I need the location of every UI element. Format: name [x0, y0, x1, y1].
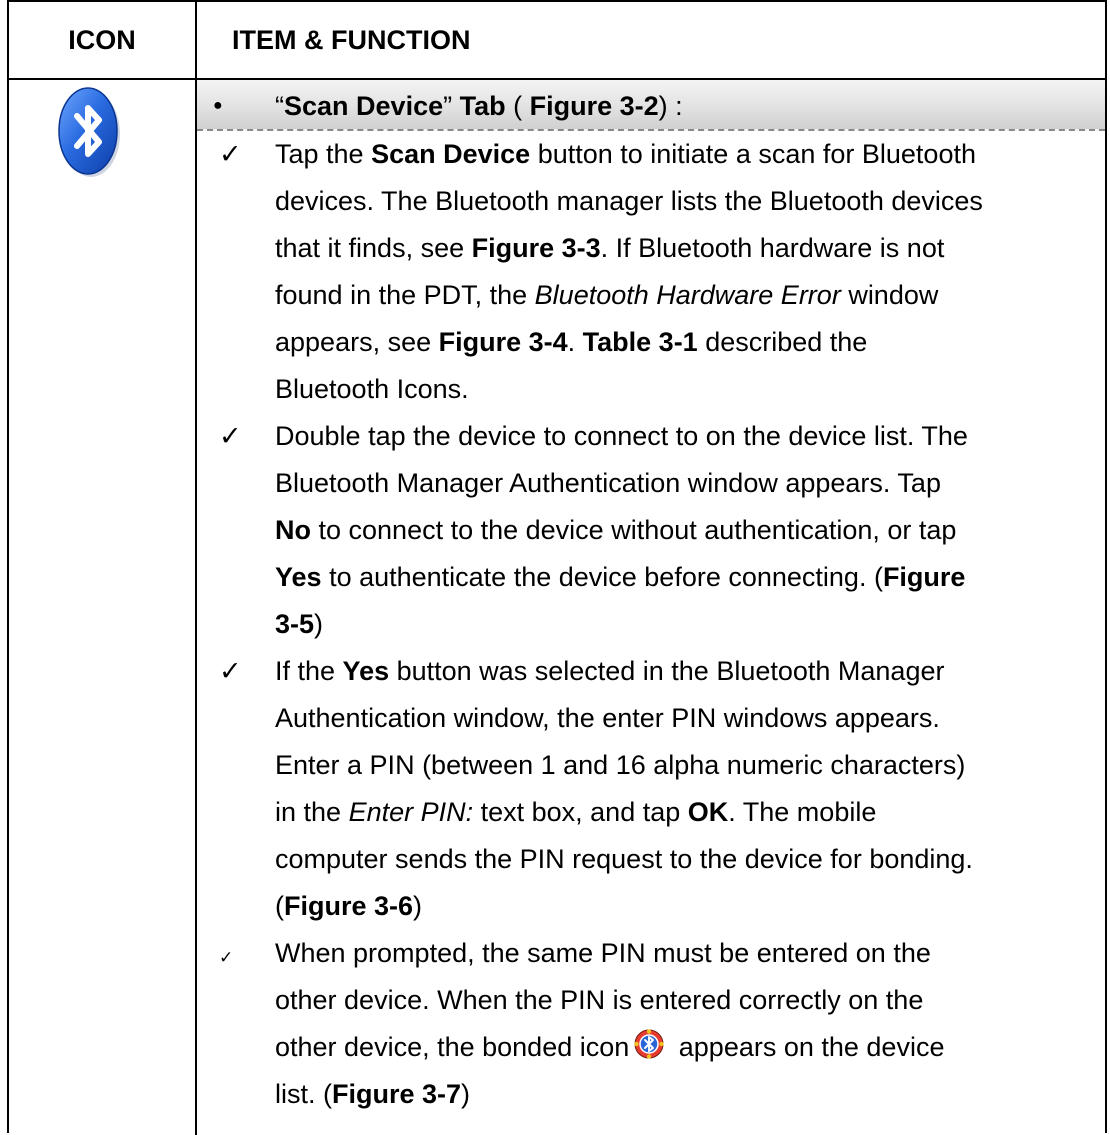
text-line: other device. When the PIN is entered co… — [275, 985, 924, 1015]
text-line: in the Enter PIN: text box, and tap OK. … — [275, 797, 877, 827]
text-line: Tap the Scan Device button to initiate a… — [275, 139, 976, 169]
text-line: If the Yes button was selected in the Bl… — [275, 656, 945, 686]
text-line: other device, the bonded icon appears on… — [275, 1024, 1101, 1071]
text-line: When prompted, the same PIN must be ente… — [275, 938, 931, 968]
text-line: Enter a PIN (between 1 and 16 alpha nume… — [275, 750, 966, 780]
text-line: Yes to authenticate the device before co… — [275, 562, 966, 592]
function-table: ICON ITEM & FUNCTION ● “Scan Device” Tab… — [7, 0, 1107, 1135]
section-bullet: ● — [213, 97, 223, 114]
checklist-item: ✓ Tap the Scan Device button to initiate … — [197, 131, 1105, 413]
text-line: No to connect to the device without auth… — [275, 515, 957, 545]
check-mark-icon: ✓ — [219, 948, 234, 967]
text-line: Double tap the device to connect to on t… — [275, 421, 968, 451]
text-line: appears, see Figure 3-4. Table 3-1 descr… — [275, 327, 868, 357]
section-title: “Scan Device” Tab ( Figure 3-2) : — [275, 91, 683, 121]
text-line: devices. The Bluetooth manager lists the… — [275, 186, 983, 216]
text-line: Authentication window, the enter PIN win… — [275, 703, 940, 733]
text-line: (Figure 3-6) — [275, 891, 423, 921]
text-line: found in the PDT, the Bluetooth Hardware… — [275, 280, 939, 310]
check-mark-icon: ✓ — [219, 139, 242, 169]
header-item-function: ITEM & FUNCTION — [232, 25, 471, 55]
bluetooth-icon — [58, 87, 120, 177]
text-line: 3-5) — [275, 609, 324, 639]
bonded-icon — [634, 1029, 664, 1059]
scan-device-tab-heading: ● “Scan Device” Tab ( Figure 3-2) : — [197, 80, 1105, 131]
text-line: Bluetooth Icons. — [275, 374, 469, 404]
text-line: list. (Figure 3-7) — [275, 1079, 471, 1109]
header-icon: ICON — [68, 25, 136, 55]
text-line: that it finds, see Figure 3-3. If Blueto… — [275, 233, 945, 263]
text-line: computer sends the PIN request to the de… — [275, 844, 973, 874]
text-line: Bluetooth Manager Authentication window … — [275, 468, 941, 498]
checklist-item: ✓ If the Yes button was selected in the B… — [197, 648, 1105, 930]
checklist-item: ✓ When prompted, the same PIN must be ent… — [197, 930, 1105, 1118]
checklist-item: ✓ Double tap the device to connect to on … — [197, 413, 1105, 648]
check-mark-icon: ✓ — [219, 656, 242, 686]
check-mark-icon: ✓ — [219, 421, 242, 451]
